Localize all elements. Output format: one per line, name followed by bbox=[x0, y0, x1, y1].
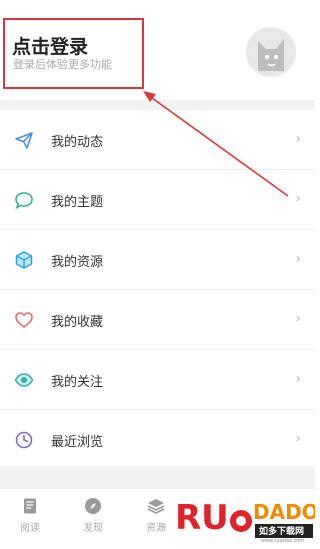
chevron-right-icon: › bbox=[295, 131, 301, 147]
chevron-right-icon: › bbox=[295, 431, 301, 447]
chevron-right-icon: › bbox=[295, 311, 301, 327]
watermark-logo: RU DADO 如多下载网 www.ruadao.com bbox=[175, 485, 319, 545]
cat-avatar-icon bbox=[246, 27, 296, 77]
menu-item-label: 我的动态 bbox=[51, 135, 104, 150]
svg-text:RU: RU bbox=[175, 498, 229, 538]
chevron-right-icon: › bbox=[295, 191, 301, 207]
menu-item-my-topics[interactable]: 我的主题 › bbox=[0, 170, 315, 230]
menu-item-my-favorites[interactable]: 我的收藏 › bbox=[0, 290, 315, 350]
heart-icon bbox=[15, 312, 33, 328]
menu-item-label: 我的主题 bbox=[51, 195, 104, 210]
tab-resources[interactable]: 资源 bbox=[136, 497, 176, 534]
menu-item-my-activity[interactable]: 我的动态 › bbox=[0, 110, 315, 170]
svg-text:DADO: DADO bbox=[253, 500, 315, 524]
menu-item-label: 最近浏览 bbox=[51, 435, 104, 450]
eye-icon bbox=[14, 373, 34, 387]
tab-label: 发现 bbox=[83, 523, 103, 534]
clock-icon bbox=[15, 431, 33, 449]
menu-item-recent-views[interactable]: 最近浏览 › bbox=[0, 410, 315, 470]
speech-bubble-icon bbox=[15, 192, 33, 210]
menu-list: 我的动态 › 我的主题 › 我的资源 › 我的收藏 › 我的关注 › 最近浏览 … bbox=[0, 110, 315, 470]
tab-read[interactable]: 阅读 bbox=[10, 497, 50, 534]
avatar[interactable] bbox=[246, 27, 296, 77]
section-separator bbox=[0, 100, 315, 110]
chevron-right-icon: › bbox=[295, 371, 301, 387]
tab-label: 资源 bbox=[146, 523, 166, 534]
menu-item-label: 我的资源 bbox=[51, 255, 104, 270]
chevron-right-icon: › bbox=[295, 251, 301, 267]
profile-header: 点击登录 登录后体验更多功能 bbox=[0, 0, 315, 100]
menu-item-my-follows[interactable]: 我的关注 › bbox=[0, 350, 315, 410]
cube-icon bbox=[15, 251, 33, 269]
menu-item-label: 我的关注 bbox=[51, 375, 104, 390]
login-subtitle[interactable]: 登录后体验更多功能 bbox=[13, 56, 112, 72]
paper-plane-icon bbox=[15, 132, 33, 149]
tab-label: 阅读 bbox=[20, 523, 40, 534]
layers-icon bbox=[147, 499, 165, 514]
menu-item-my-resources[interactable]: 我的资源 › bbox=[0, 230, 315, 290]
login-title[interactable]: 点击登录 bbox=[12, 32, 88, 59]
tab-discover[interactable]: 发现 bbox=[73, 497, 113, 534]
compass-icon bbox=[85, 498, 101, 514]
menu-item-label: 我的收藏 bbox=[51, 315, 104, 330]
watermark-cn-text: 如多下载网 bbox=[259, 527, 305, 537]
book-icon bbox=[24, 498, 36, 514]
watermark-url-text: www.ruadao.com bbox=[261, 538, 305, 544]
